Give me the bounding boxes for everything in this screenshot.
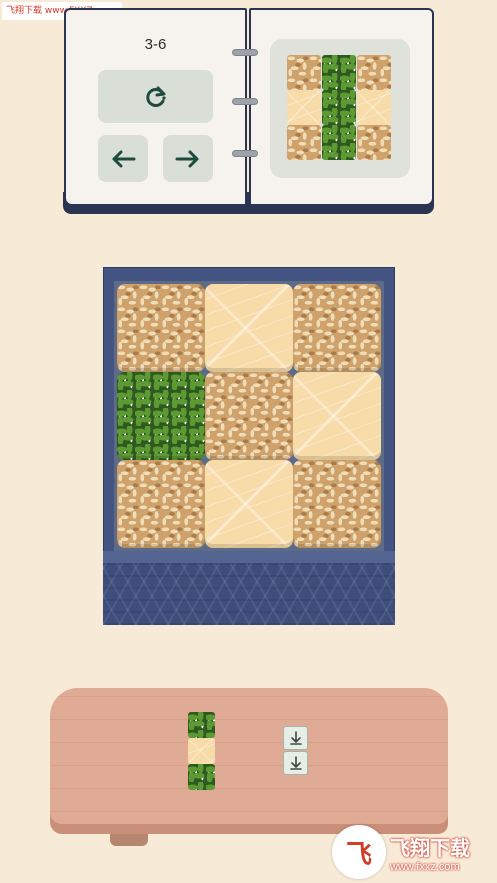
box-tile-rice[interactable] — [205, 372, 293, 460]
watermark-logo: 飞 — [332, 825, 386, 879]
hint-cell — [283, 751, 308, 775]
watermark-brand: 飞翔下载 — [390, 835, 470, 860]
arrow-down-icon — [289, 731, 302, 745]
preview-tile-salmon — [357, 90, 391, 125]
piece-cell-seaweed[interactable] — [188, 712, 215, 738]
preview-tile-seaweed — [322, 55, 356, 90]
box-tile-salmon[interactable] — [205, 284, 293, 372]
preview-tile-rice — [287, 55, 321, 90]
watermark-bottom: 飞 飞翔下载 www.fxxz.com — [332, 824, 492, 880]
piece-cell-seaweed[interactable] — [188, 764, 215, 790]
arrow-right-icon — [175, 150, 199, 167]
preview-tile-salmon — [287, 90, 321, 125]
box-tile-salmon[interactable] — [205, 460, 293, 548]
binder-ring — [232, 98, 258, 105]
box-tile-rice[interactable] — [117, 460, 205, 548]
preview-tile-seaweed — [322, 90, 356, 125]
previous-level-button[interactable] — [98, 135, 148, 182]
preview-tile-rice — [357, 125, 391, 160]
watermark-url: www.fxxz.com — [390, 860, 460, 873]
box-tile-rice[interactable] — [117, 284, 205, 372]
preview-tile-rice — [357, 55, 391, 90]
arrow-down-icon — [289, 756, 302, 770]
level-label: 3-6 — [144, 36, 167, 53]
binder-ring — [232, 49, 258, 56]
piece-cell-salmon[interactable] — [188, 738, 215, 764]
preview-tile-rice — [287, 125, 321, 160]
next-level-button[interactable] — [163, 135, 213, 182]
box-tile-rice[interactable] — [293, 460, 381, 548]
box-tile-seaweed[interactable] — [117, 372, 205, 460]
box-tile-rice[interactable] — [293, 284, 381, 372]
hint-cell — [283, 726, 308, 750]
restart-icon — [145, 86, 166, 107]
bento-box-front — [103, 563, 395, 625]
binder-ring — [232, 150, 258, 157]
preview-tile-seaweed — [322, 125, 356, 160]
arrow-left-icon — [112, 150, 136, 167]
restart-button[interactable] — [98, 70, 213, 123]
cutting-board — [50, 688, 448, 834]
box-tile-salmon[interactable] — [293, 372, 381, 460]
